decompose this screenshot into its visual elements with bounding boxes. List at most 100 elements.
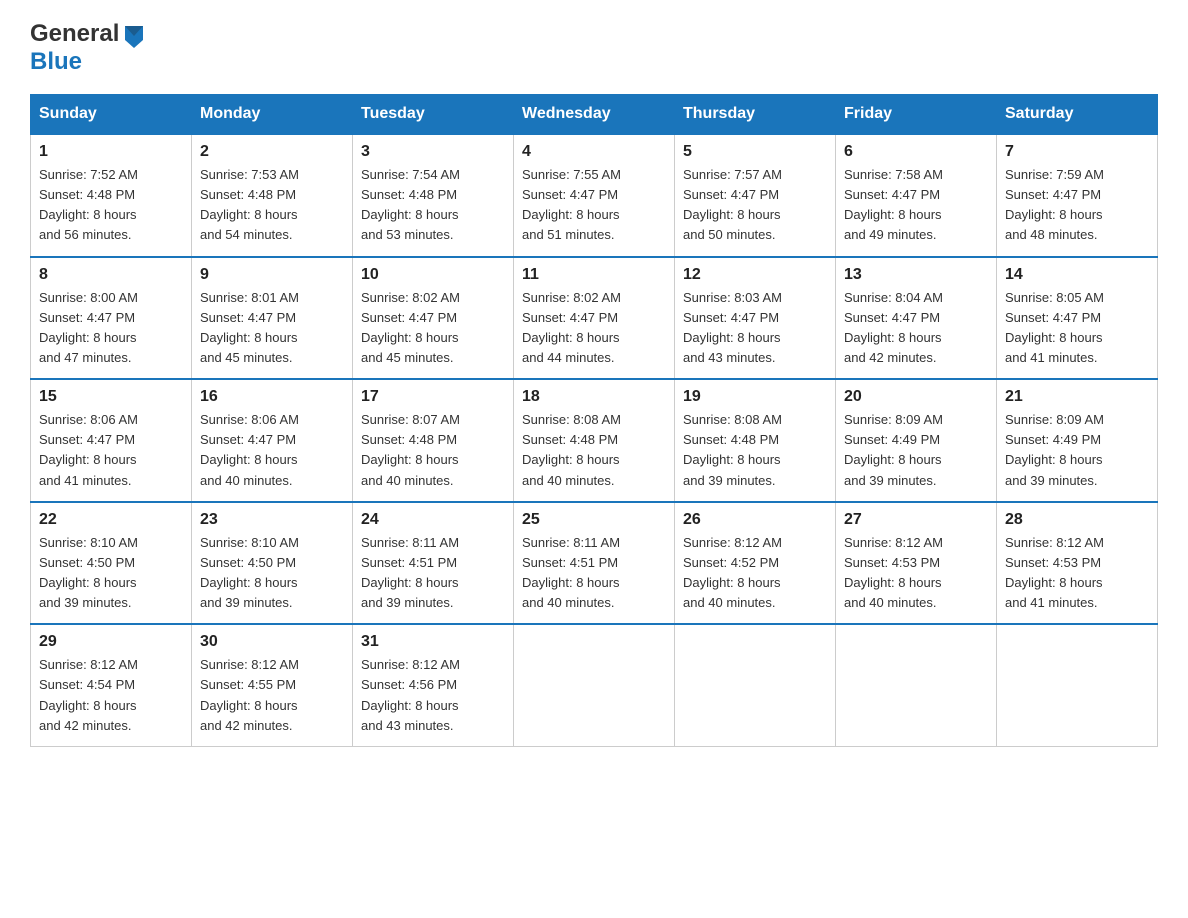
- day-info: Sunrise: 8:10 AMSunset: 4:50 PMDaylight:…: [200, 533, 344, 614]
- day-number: 17: [361, 388, 505, 406]
- calendar-cell: 14 Sunrise: 8:05 AMSunset: 4:47 PMDayligh…: [997, 257, 1158, 380]
- day-info: Sunrise: 8:00 AMSunset: 4:47 PMDaylight:…: [39, 288, 183, 369]
- calendar-body: 1 Sunrise: 7:52 AMSunset: 4:48 PMDaylight…: [31, 134, 1158, 746]
- logo-arrow-icon: [121, 22, 147, 48]
- calendar-cell: 10Sunrise: 8:02 AMSunset: 4:47 PMDayligh…: [353, 257, 514, 380]
- day-number: 26: [683, 511, 827, 529]
- day-number: 5: [683, 143, 827, 161]
- dow-header-tuesday: Tuesday: [353, 95, 514, 135]
- day-info: Sunrise: 8:08 AMSunset: 4:48 PMDaylight:…: [522, 410, 666, 491]
- dow-header-sunday: Sunday: [31, 95, 192, 135]
- day-number: 14: [1005, 266, 1149, 284]
- day-number: 21: [1005, 388, 1149, 406]
- dow-header-saturday: Saturday: [997, 95, 1158, 135]
- calendar-cell: 7Sunrise: 7:59 AMSunset: 4:47 PMDaylight…: [997, 134, 1158, 257]
- day-number: 19: [683, 388, 827, 406]
- calendar-cell: [836, 624, 997, 746]
- day-number: 16: [200, 388, 344, 406]
- day-number: 23: [200, 511, 344, 529]
- day-info: Sunrise: 8:05 AMSunset: 4:47 PMDaylight:…: [1005, 288, 1149, 369]
- calendar-cell: 31Sunrise: 8:12 AMSunset: 4:56 PMDayligh…: [353, 624, 514, 746]
- day-number: 1: [39, 143, 183, 161]
- day-info: Sunrise: 8:11 AMSunset: 4:51 PMDaylight:…: [361, 533, 505, 614]
- calendar-cell: 9 Sunrise: 8:01 AMSunset: 4:47 PMDaylight…: [192, 257, 353, 380]
- calendar-cell: 23 Sunrise: 8:10 AMSunset: 4:50 PMDayligh…: [192, 502, 353, 625]
- page-header: General Blue: [30, 20, 1158, 76]
- day-number: 11: [522, 266, 666, 284]
- calendar-cell: 5 Sunrise: 7:57 AMSunset: 4:47 PMDaylight…: [675, 134, 836, 257]
- calendar-cell: [675, 624, 836, 746]
- calendar-cell: 2Sunrise: 7:53 AMSunset: 4:48 PMDaylight…: [192, 134, 353, 257]
- day-number: 18: [522, 388, 666, 406]
- week-row-1: 1 Sunrise: 7:52 AMSunset: 4:48 PMDaylight…: [31, 134, 1158, 257]
- calendar-cell: 25 Sunrise: 8:11 AMSunset: 4:51 PMDayligh…: [514, 502, 675, 625]
- day-number: 8: [39, 266, 183, 284]
- day-info: Sunrise: 8:12 AMSunset: 4:52 PMDaylight:…: [683, 533, 827, 614]
- calendar-cell: 27 Sunrise: 8:12 AMSunset: 4:53 PMDayligh…: [836, 502, 997, 625]
- day-info: Sunrise: 7:57 AMSunset: 4:47 PMDaylight:…: [683, 165, 827, 246]
- calendar-cell: 3Sunrise: 7:54 AMSunset: 4:48 PMDaylight…: [353, 134, 514, 257]
- day-number: 3: [361, 143, 505, 161]
- day-info: Sunrise: 8:10 AMSunset: 4:50 PMDaylight:…: [39, 533, 183, 614]
- calendar-cell: 16Sunrise: 8:06 AMSunset: 4:47 PMDayligh…: [192, 379, 353, 502]
- day-number: 25: [522, 511, 666, 529]
- calendar-cell: 30Sunrise: 8:12 AMSunset: 4:55 PMDayligh…: [192, 624, 353, 746]
- calendar-cell: 28 Sunrise: 8:12 AMSunset: 4:53 PMDayligh…: [997, 502, 1158, 625]
- calendar-cell: 11 Sunrise: 8:02 AMSunset: 4:47 PMDayligh…: [514, 257, 675, 380]
- dow-header-monday: Monday: [192, 95, 353, 135]
- day-info: Sunrise: 8:08 AMSunset: 4:48 PMDaylight:…: [683, 410, 827, 491]
- calendar-cell: 6 Sunrise: 7:58 AMSunset: 4:47 PMDaylight…: [836, 134, 997, 257]
- day-info: Sunrise: 8:07 AMSunset: 4:48 PMDaylight:…: [361, 410, 505, 491]
- day-info: Sunrise: 8:11 AMSunset: 4:51 PMDaylight:…: [522, 533, 666, 614]
- day-number: 20: [844, 388, 988, 406]
- day-info: Sunrise: 7:55 AMSunset: 4:47 PMDaylight:…: [522, 165, 666, 246]
- dow-header-wednesday: Wednesday: [514, 95, 675, 135]
- day-number: 29: [39, 633, 183, 651]
- calendar-cell: [514, 624, 675, 746]
- day-info: Sunrise: 8:01 AMSunset: 4:47 PMDaylight:…: [200, 288, 344, 369]
- day-info: Sunrise: 8:04 AMSunset: 4:47 PMDaylight:…: [844, 288, 988, 369]
- day-number: 12: [683, 266, 827, 284]
- calendar-cell: 29 Sunrise: 8:12 AMSunset: 4:54 PMDayligh…: [31, 624, 192, 746]
- day-info: Sunrise: 8:06 AMSunset: 4:47 PMDaylight:…: [39, 410, 183, 491]
- calendar-table: SundayMondayTuesdayWednesdayThursdayFrid…: [30, 94, 1158, 747]
- calendar-cell: 15 Sunrise: 8:06 AMSunset: 4:47 PMDayligh…: [31, 379, 192, 502]
- logo-general-text: General: [30, 20, 119, 48]
- day-info: Sunrise: 8:12 AMSunset: 4:53 PMDaylight:…: [1005, 533, 1149, 614]
- day-number: 27: [844, 511, 988, 529]
- calendar-cell: 22Sunrise: 8:10 AMSunset: 4:50 PMDayligh…: [31, 502, 192, 625]
- day-number: 6: [844, 143, 988, 161]
- calendar-cell: 8 Sunrise: 8:00 AMSunset: 4:47 PMDaylight…: [31, 257, 192, 380]
- week-row-4: 22Sunrise: 8:10 AMSunset: 4:50 PMDayligh…: [31, 502, 1158, 625]
- calendar-cell: 24 Sunrise: 8:11 AMSunset: 4:51 PMDayligh…: [353, 502, 514, 625]
- calendar-cell: 21 Sunrise: 8:09 AMSunset: 4:49 PMDayligh…: [997, 379, 1158, 502]
- calendar-cell: 12 Sunrise: 8:03 AMSunset: 4:47 PMDayligh…: [675, 257, 836, 380]
- day-info: Sunrise: 8:09 AMSunset: 4:49 PMDaylight:…: [1005, 410, 1149, 491]
- dow-header-thursday: Thursday: [675, 95, 836, 135]
- day-number: 4: [522, 143, 666, 161]
- logo: General Blue: [30, 20, 147, 76]
- calendar-cell: 18 Sunrise: 8:08 AMSunset: 4:48 PMDayligh…: [514, 379, 675, 502]
- day-number: 15: [39, 388, 183, 406]
- week-row-5: 29 Sunrise: 8:12 AMSunset: 4:54 PMDayligh…: [31, 624, 1158, 746]
- day-number: 13: [844, 266, 988, 284]
- day-info: Sunrise: 7:53 AMSunset: 4:48 PMDaylight:…: [200, 165, 344, 246]
- day-info: Sunrise: 8:03 AMSunset: 4:47 PMDaylight:…: [683, 288, 827, 369]
- day-number: 9: [200, 266, 344, 284]
- calendar-cell: 1 Sunrise: 7:52 AMSunset: 4:48 PMDaylight…: [31, 134, 192, 257]
- week-row-3: 15 Sunrise: 8:06 AMSunset: 4:47 PMDayligh…: [31, 379, 1158, 502]
- day-number: 24: [361, 511, 505, 529]
- calendar-cell: [997, 624, 1158, 746]
- day-info: Sunrise: 7:58 AMSunset: 4:47 PMDaylight:…: [844, 165, 988, 246]
- day-number: 10: [361, 266, 505, 284]
- day-info: Sunrise: 8:12 AMSunset: 4:53 PMDaylight:…: [844, 533, 988, 614]
- day-info: Sunrise: 7:52 AMSunset: 4:48 PMDaylight:…: [39, 165, 183, 246]
- calendar-cell: 20Sunrise: 8:09 AMSunset: 4:49 PMDayligh…: [836, 379, 997, 502]
- day-number: 28: [1005, 511, 1149, 529]
- logo-blue-text: Blue: [30, 48, 82, 75]
- calendar-cell: 4 Sunrise: 7:55 AMSunset: 4:47 PMDaylight…: [514, 134, 675, 257]
- calendar-cell: 26 Sunrise: 8:12 AMSunset: 4:52 PMDayligh…: [675, 502, 836, 625]
- day-info: Sunrise: 8:02 AMSunset: 4:47 PMDaylight:…: [522, 288, 666, 369]
- calendar-cell: 13 Sunrise: 8:04 AMSunset: 4:47 PMDayligh…: [836, 257, 997, 380]
- day-info: Sunrise: 8:12 AMSunset: 4:54 PMDaylight:…: [39, 655, 183, 736]
